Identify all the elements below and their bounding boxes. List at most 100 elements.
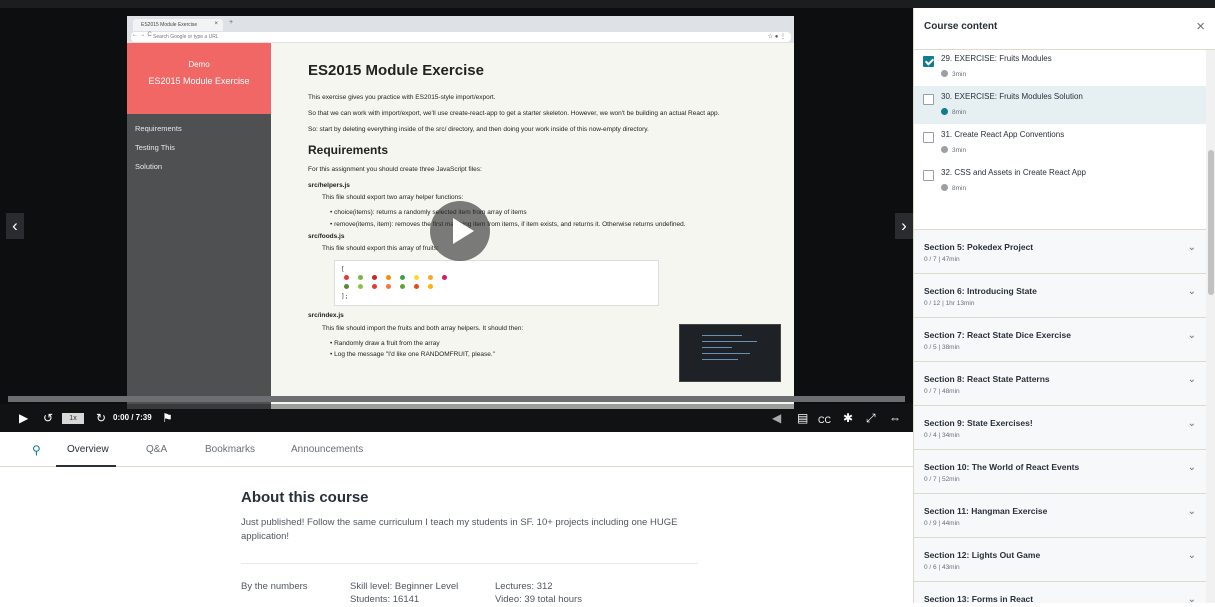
section-meta: 0 / 5 | 38min — [924, 344, 960, 351]
recorded-browser-icons: ☆ ● ⋮ — [767, 34, 786, 40]
fullscreen-icon[interactable]: ⤢ — [866, 411, 876, 425]
section-title: Section 6: Introducing State — [924, 286, 1037, 296]
lecture-checkbox[interactable] — [923, 94, 934, 105]
section-title: Section 12: Lights Out Game — [924, 550, 1041, 560]
settings-icon[interactable]: ✱ — [843, 411, 853, 425]
chevron-down-icon[interactable]: ⌄ — [1188, 418, 1196, 429]
lecture-item[interactable]: 30. EXERCISE: Fruits Modules Solution 8mi… — [914, 86, 1206, 124]
section-title: Section 9: State Exercises! — [924, 418, 1033, 428]
previous-lecture-arrow-icon[interactable]: ‹ — [6, 213, 24, 239]
lecture-checkbox[interactable] — [923, 56, 934, 67]
section-item[interactable]: Section 6: Introducing State 0 / 12 | 1hr… — [914, 273, 1206, 317]
video-player[interactable]: ES2015 Module Exercise × + Search Google… — [0, 8, 913, 432]
slide-bullet: • remove(items, item): removes the first… — [330, 220, 686, 228]
slide-sidebar-header: Demo ES2015 Module Exercise — [127, 43, 271, 114]
bookmark-icon[interactable]: ⚑ — [162, 411, 173, 425]
section-item[interactable]: Section 11: Hangman Exercise 0 / 9 | 44mi… — [914, 493, 1206, 537]
progress-bar[interactable] — [8, 396, 905, 402]
volume-icon[interactable]: ◀ — [772, 411, 781, 425]
lecture-duration: 3min — [941, 146, 966, 154]
tab-overview[interactable]: Overview — [67, 444, 109, 455]
divider — [241, 563, 698, 564]
playback-speed-button[interactable]: 1x — [62, 413, 84, 424]
about-description: Just published! Follow the same curricul… — [241, 517, 678, 542]
play-circle-icon — [941, 70, 948, 77]
sidebar-header: Course content × — [914, 8, 1215, 50]
expand-icon[interactable]: ⇔ — [889, 411, 901, 425]
play-icon[interactable]: ▶ — [19, 411, 28, 425]
code-open: [ — [341, 266, 345, 274]
fruit-emoji-row — [341, 283, 652, 292]
section-item[interactable]: Section 9: State Exercises! 0 / 4 | 34min… — [914, 405, 1206, 449]
search-icon[interactable]: ⚲ — [32, 443, 41, 457]
slide-file-name: src/index.js — [308, 312, 344, 320]
slide-bullet: • choice(items): returns a randomly sele… — [330, 209, 527, 217]
scrollbar-thumb[interactable] — [1208, 150, 1214, 295]
top-strip — [0, 0, 1215, 8]
lecture-title: 31. Create React App Conventions — [941, 130, 1065, 139]
chevron-down-icon[interactable]: ⌄ — [1188, 462, 1196, 473]
timecode: 0:00 / 7:39 — [113, 413, 152, 422]
chevron-down-icon[interactable]: ⌄ — [1188, 242, 1196, 253]
sidebar-title: Course content — [924, 21, 998, 32]
recorded-browser-tab: ES2015 Module Exercise × — [133, 19, 223, 31]
lecture-item[interactable]: 31. Create React App Conventions 3min — [914, 124, 1206, 162]
close-icon[interactable]: × — [1196, 18, 1205, 35]
lecture-checkbox[interactable] — [923, 132, 934, 143]
slide-bullet-text: remove(items, item): removes the first m… — [334, 220, 686, 228]
chevron-down-icon[interactable]: ⌄ — [1188, 286, 1196, 297]
section-meta: 0 / 7 | 47min — [924, 256, 960, 263]
picture-in-picture-thumbnail — [679, 324, 781, 382]
recorded-new-tab-icon: + — [229, 19, 234, 26]
slide-file-name: src/helpers.js — [308, 181, 350, 189]
slide-sidebar-title: ES2015 Module Exercise — [148, 76, 250, 86]
next-lecture-arrow-icon[interactable]: › — [895, 213, 913, 239]
lecture-item[interactable]: 32. CSS and Assets in Create React App 8m… — [914, 162, 1206, 200]
lecture-duration: 3min — [941, 70, 966, 78]
course-content-sidebar: 28. Modules: Import & Export Crash Cours… — [913, 8, 1215, 603]
tab-announcements[interactable]: Announcements — [291, 444, 363, 455]
slide-sidebar-label: Demo — [188, 60, 210, 69]
tab-bookmarks[interactable]: Bookmarks — [205, 444, 255, 455]
transcript-icon[interactable]: ▤ — [797, 411, 808, 425]
rewind-icon[interactable]: ↺ — [43, 411, 53, 425]
section-title: Section 10: The World of React Events — [924, 462, 1080, 472]
slide-file-desc: This file should export two array helper… — [322, 194, 464, 202]
chevron-down-icon[interactable]: ⌄ — [1188, 506, 1196, 517]
about-title: About this course — [241, 489, 369, 506]
play-circle-icon — [941, 184, 948, 191]
slide-file-name: src/foods.js — [308, 232, 345, 240]
slide-nav-item: Requirements — [135, 124, 182, 133]
captions-icon[interactable]: CC — [818, 413, 831, 427]
section-item[interactable]: Section 10: The World of React Events 0 /… — [914, 449, 1206, 493]
section-item[interactable]: Section 13: Forms in React ⌄ — [914, 581, 1206, 603]
section-item[interactable]: Section 5: Pokedex Project 0 / 7 | 47min ⌄ — [914, 229, 1206, 273]
section-list: Section 5: Pokedex Project 0 / 7 | 47min ⌄… — [914, 229, 1206, 603]
lecture-item[interactable]: 29. EXERCISE: Fruits Modules 3min — [914, 48, 1206, 86]
sidebar-scrollbar[interactable] — [1206, 50, 1215, 603]
tab-qa[interactable]: Q&A — [146, 444, 167, 455]
video-hours: Video: 39 total hours — [495, 593, 582, 605]
active-tab-indicator — [56, 465, 116, 467]
section-meta: 0 / 4 | 34min — [924, 432, 960, 439]
forward-icon[interactable]: ↻ — [96, 411, 106, 425]
section-meta: 0 / 7 | 48min — [924, 388, 960, 395]
section-item[interactable]: Section 7: React State Dice Exercise 0 / … — [914, 317, 1206, 361]
lecture-checkbox[interactable] — [923, 170, 934, 181]
chevron-down-icon[interactable]: ⌄ — [1188, 374, 1196, 385]
chevron-down-icon[interactable]: ⌄ — [1188, 550, 1196, 561]
slide-bullet-text: Log the message "I'd like one RANDOMFRUI… — [334, 351, 495, 359]
course-tabs: ⚲ Overview Q&A Bookmarks Announcements — [0, 432, 913, 467]
section-item[interactable]: Section 12: Lights Out Game 0 / 6 | 43min… — [914, 537, 1206, 581]
lectures-count: Lectures: 312 — [495, 581, 553, 592]
section-item[interactable]: Section 8: React State Patterns 0 / 7 | 4… — [914, 361, 1206, 405]
recorded-url-bar: Search Google or type a URL — [131, 32, 791, 42]
chevron-down-icon[interactable]: ⌄ — [1188, 594, 1196, 603]
section-title: Section 13: Forms in React — [924, 594, 1034, 603]
chevron-down-icon[interactable]: ⌄ — [1188, 330, 1196, 341]
section-title: Section 11: Hangman Exercise — [924, 506, 1048, 516]
center-play-button[interactable] — [430, 201, 490, 261]
play-circle-icon — [941, 146, 948, 153]
lecture-duration-text: 8min — [952, 109, 967, 116]
lecture-duration-text: 8min — [952, 185, 967, 192]
